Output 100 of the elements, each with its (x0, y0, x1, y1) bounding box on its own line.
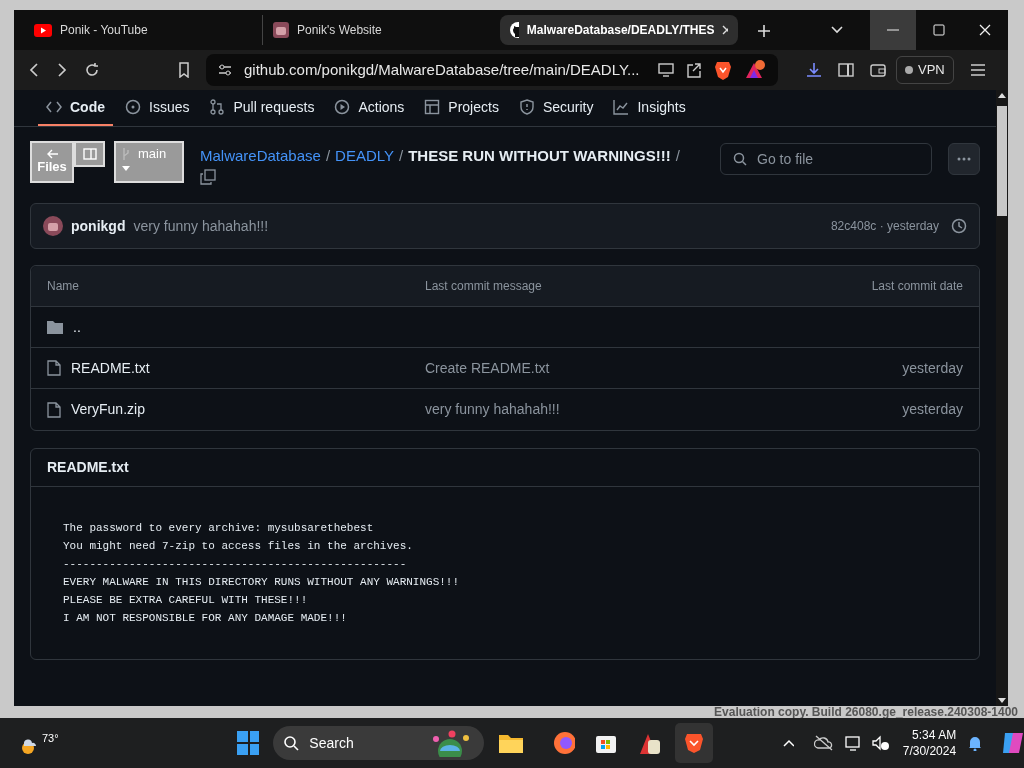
file-icon (47, 360, 61, 376)
repo-nav-tab[interactable]: Issues (117, 90, 198, 126)
column-header: Last commit date (870, 278, 963, 295)
breadcrumb-separator: / (325, 146, 331, 166)
readme-title: README.txt (47, 458, 129, 477)
repo-nav-tab[interactable]: Projects (416, 90, 507, 126)
forward-icon[interactable] (56, 62, 68, 78)
pull-request-icon (209, 99, 226, 115)
arrow-left-icon (46, 149, 58, 159)
column-header: Name (47, 278, 80, 295)
cast-icon[interactable] (658, 63, 674, 77)
file-name-link[interactable]: VeryFun.zip (71, 399, 145, 420)
brave-taskbar-button[interactable] (674, 723, 713, 763)
scroll-up-icon[interactable] (998, 92, 1006, 98)
plus-icon (757, 24, 771, 39)
repo-nav-tab[interactable]: Pull requests (201, 90, 323, 126)
history-icon[interactable] (951, 218, 967, 234)
commit-author[interactable]: ponikgd (71, 215, 126, 237)
firefox-icon[interactable] (552, 731, 576, 755)
scrollbar[interactable] (996, 90, 1008, 706)
graph-icon (613, 99, 630, 115)
folder-icon[interactable] (498, 732, 523, 754)
commit-date: yesterday (902, 401, 963, 417)
go-to-file-field[interactable]: Go to file (720, 143, 932, 175)
commit-message-link[interactable]: Create README.txt (425, 359, 550, 376)
branch-icon (122, 147, 130, 161)
repo-nav-tab[interactable]: Actions (326, 90, 413, 126)
readme-line: ---------------------------------------------------- (63, 557, 408, 572)
triangle-badge-icon[interactable] (744, 60, 766, 80)
breadcrumb-separator: / (675, 146, 680, 166)
circle-dot-icon (125, 99, 141, 115)
readme-line: You might need 7-zip to access files in the archives. (63, 539, 414, 554)
start-icon[interactable] (236, 731, 260, 755)
commit-message[interactable]: very funny hahahah!!! (133, 215, 269, 237)
shield-icon (518, 99, 535, 115)
caret-icon (122, 166, 130, 172)
breadcrumb-link[interactable]: MalwareDatabase (200, 145, 321, 167)
readme-line: EVERY MALWARE IN THIS DIRECTORY RUNS WITHOUT ANY WARNINGS!!! (63, 575, 461, 590)
readme-line: PLEASE BE EXTRA CAREFUL WITH THESE!!! (63, 593, 309, 608)
lion-shield-icon (683, 732, 704, 754)
menu-icon[interactable] (969, 63, 986, 77)
table-icon (424, 99, 441, 115)
search-icon (283, 735, 300, 751)
browser-tab[interactable]: Ponik's Website (262, 15, 500, 45)
back-icon[interactable] (28, 62, 40, 78)
avatar-icon (273, 22, 289, 38)
search-icon (733, 152, 747, 166)
status-dot-icon (905, 66, 913, 74)
taskbar-search-box[interactable]: Search (273, 726, 485, 760)
repo-nav-tab[interactable]: Insights (605, 90, 694, 126)
file-icon (47, 401, 61, 418)
readme-line: I AM NOT RESPONSIBLE FOR ANY DAMAGE MADE!!! (63, 611, 348, 626)
play-circle-icon (334, 99, 351, 115)
ellipsis-icon (957, 157, 971, 161)
clock-date[interactable]: 7/30/2024 (902, 743, 957, 759)
copilot-icon[interactable] (1001, 731, 1024, 755)
repo-nav-tab[interactable]: Security (510, 90, 602, 126)
file-name-link[interactable]: README.txt (71, 357, 150, 379)
reload-icon[interactable] (84, 62, 100, 78)
clock-time[interactable]: 5:34 AM (912, 727, 957, 743)
minimize-icon (887, 29, 899, 31)
url-text[interactable]: github.com/ponikgd/MalwareDatabase/tree/main/DEADLY... (244, 58, 640, 82)
wallet-icon[interactable] (870, 63, 886, 77)
cloud-off-icon[interactable] (813, 735, 833, 751)
commit-hash[interactable]: 82c408c · yesterday (830, 217, 939, 235)
repo-nav-tab[interactable]: Code (38, 90, 113, 126)
address-bar[interactable]: github.com/ponikgd/MalwareDatabase/tree/main/DEADLY... (206, 54, 778, 86)
maximize-icon (933, 24, 945, 36)
lion-shield-icon[interactable] (714, 60, 732, 80)
parent-directory-link[interactable]: .. (73, 316, 81, 338)
chevron-down-icon[interactable] (830, 25, 844, 35)
breadcrumb-separator: / (399, 146, 404, 166)
scroll-down-icon[interactable] (998, 698, 1006, 704)
readme-line: The password to every archive: mysubsarethebest (63, 521, 375, 536)
download-icon[interactable] (806, 62, 822, 78)
scrollbar-thumb[interactable] (997, 106, 1007, 216)
site-settings-icon[interactable] (218, 63, 232, 77)
commit-message-link[interactable]: very funny hahahah!!! (425, 401, 560, 417)
commit-date: yesterday (902, 359, 963, 376)
speaker-muted-icon[interactable] (871, 735, 889, 751)
breadcrumb-current: THESE RUN WITHOUT WARNINGS!!! (408, 146, 671, 166)
copy-icon[interactable] (200, 169, 216, 185)
browser-tab[interactable]: Ponik - YouTube (24, 15, 262, 45)
panel-toggle-button[interactable] (74, 141, 105, 167)
close-icon (979, 24, 991, 36)
breadcrumb-link[interactable]: DEADLY (335, 145, 394, 167)
panel-icon (82, 148, 97, 160)
chevron-up-icon[interactable] (782, 739, 794, 747)
network-icon[interactable] (844, 735, 862, 751)
bookmark-icon[interactable] (178, 62, 190, 78)
watermark-text: Evaluation copy. Build 26080.ge_release.240308-1400 (714, 706, 1018, 718)
share-icon[interactable] (686, 62, 702, 78)
browser-tab[interactable]: MalwareDatabase/DEADLY/THES (500, 15, 738, 45)
bell-icon[interactable] (968, 735, 982, 751)
vpn-button[interactable]: VPN (896, 56, 954, 84)
avatar-icon (43, 216, 63, 236)
code-brackets-icon (46, 99, 62, 115)
weather-widget[interactable]: 73° (20, 730, 59, 756)
sidebar-icon[interactable] (838, 63, 854, 77)
column-header: Last commit message (425, 278, 543, 295)
